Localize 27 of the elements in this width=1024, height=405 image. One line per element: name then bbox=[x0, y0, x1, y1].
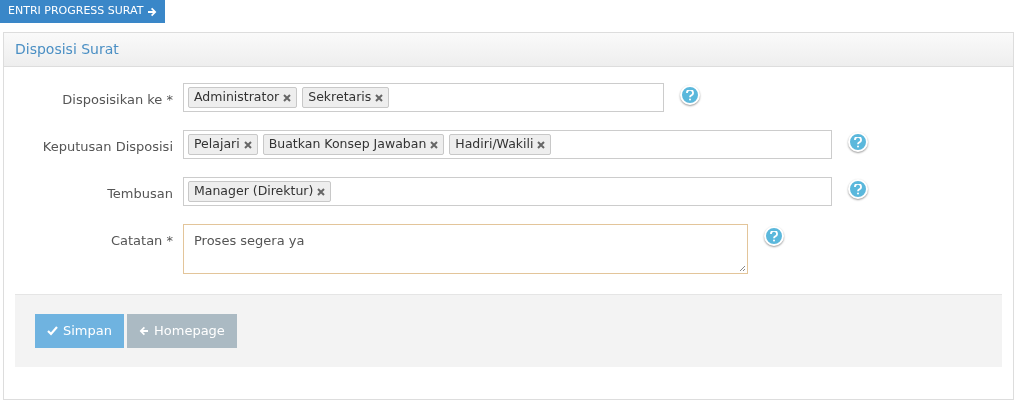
resize-handle-icon[interactable] bbox=[739, 265, 746, 272]
panel-title: Disposisi Surat bbox=[15, 40, 119, 59]
arrow-left-icon bbox=[139, 326, 149, 336]
remove-icon[interactable] bbox=[317, 187, 326, 196]
field-label: Catatan * bbox=[110, 233, 173, 248]
field-label: Disposisikan ke * bbox=[62, 92, 173, 107]
tag: Hadiri/Wakili bbox=[449, 134, 552, 155]
tag: Manager (Direktur) bbox=[188, 181, 332, 202]
remove-icon[interactable] bbox=[430, 140, 439, 149]
tag: Pelajari bbox=[188, 134, 258, 155]
tag: Administrator bbox=[188, 87, 298, 108]
field-label: Keputusan Disposisi bbox=[42, 139, 173, 154]
remove-icon[interactable] bbox=[375, 93, 384, 102]
entri-progress-button[interactable]: ENTRI PROGRESS SURAT bbox=[0, 0, 166, 23]
arrow-right-icon bbox=[147, 6, 158, 17]
notes-value: Proses segera ya bbox=[194, 233, 305, 248]
field-label: Tembusan bbox=[107, 186, 173, 201]
tag-input[interactable]: Administrator Sekretaris bbox=[183, 83, 664, 112]
tag: Buatkan Konsep Jawaban bbox=[262, 134, 445, 155]
tag-input[interactable]: Manager (Direktur) bbox=[183, 177, 832, 206]
remove-icon[interactable] bbox=[283, 93, 292, 102]
remove-icon[interactable] bbox=[537, 140, 546, 149]
notes-field[interactable]: Proses segera ya bbox=[183, 224, 748, 274]
check-icon bbox=[47, 326, 58, 336]
tag: Sekretaris bbox=[302, 87, 390, 108]
tag-input[interactable]: Pelajari Buatkan Konsep Jawaban Hadiri/Wakili bbox=[183, 130, 832, 159]
remove-icon[interactable] bbox=[243, 140, 252, 149]
